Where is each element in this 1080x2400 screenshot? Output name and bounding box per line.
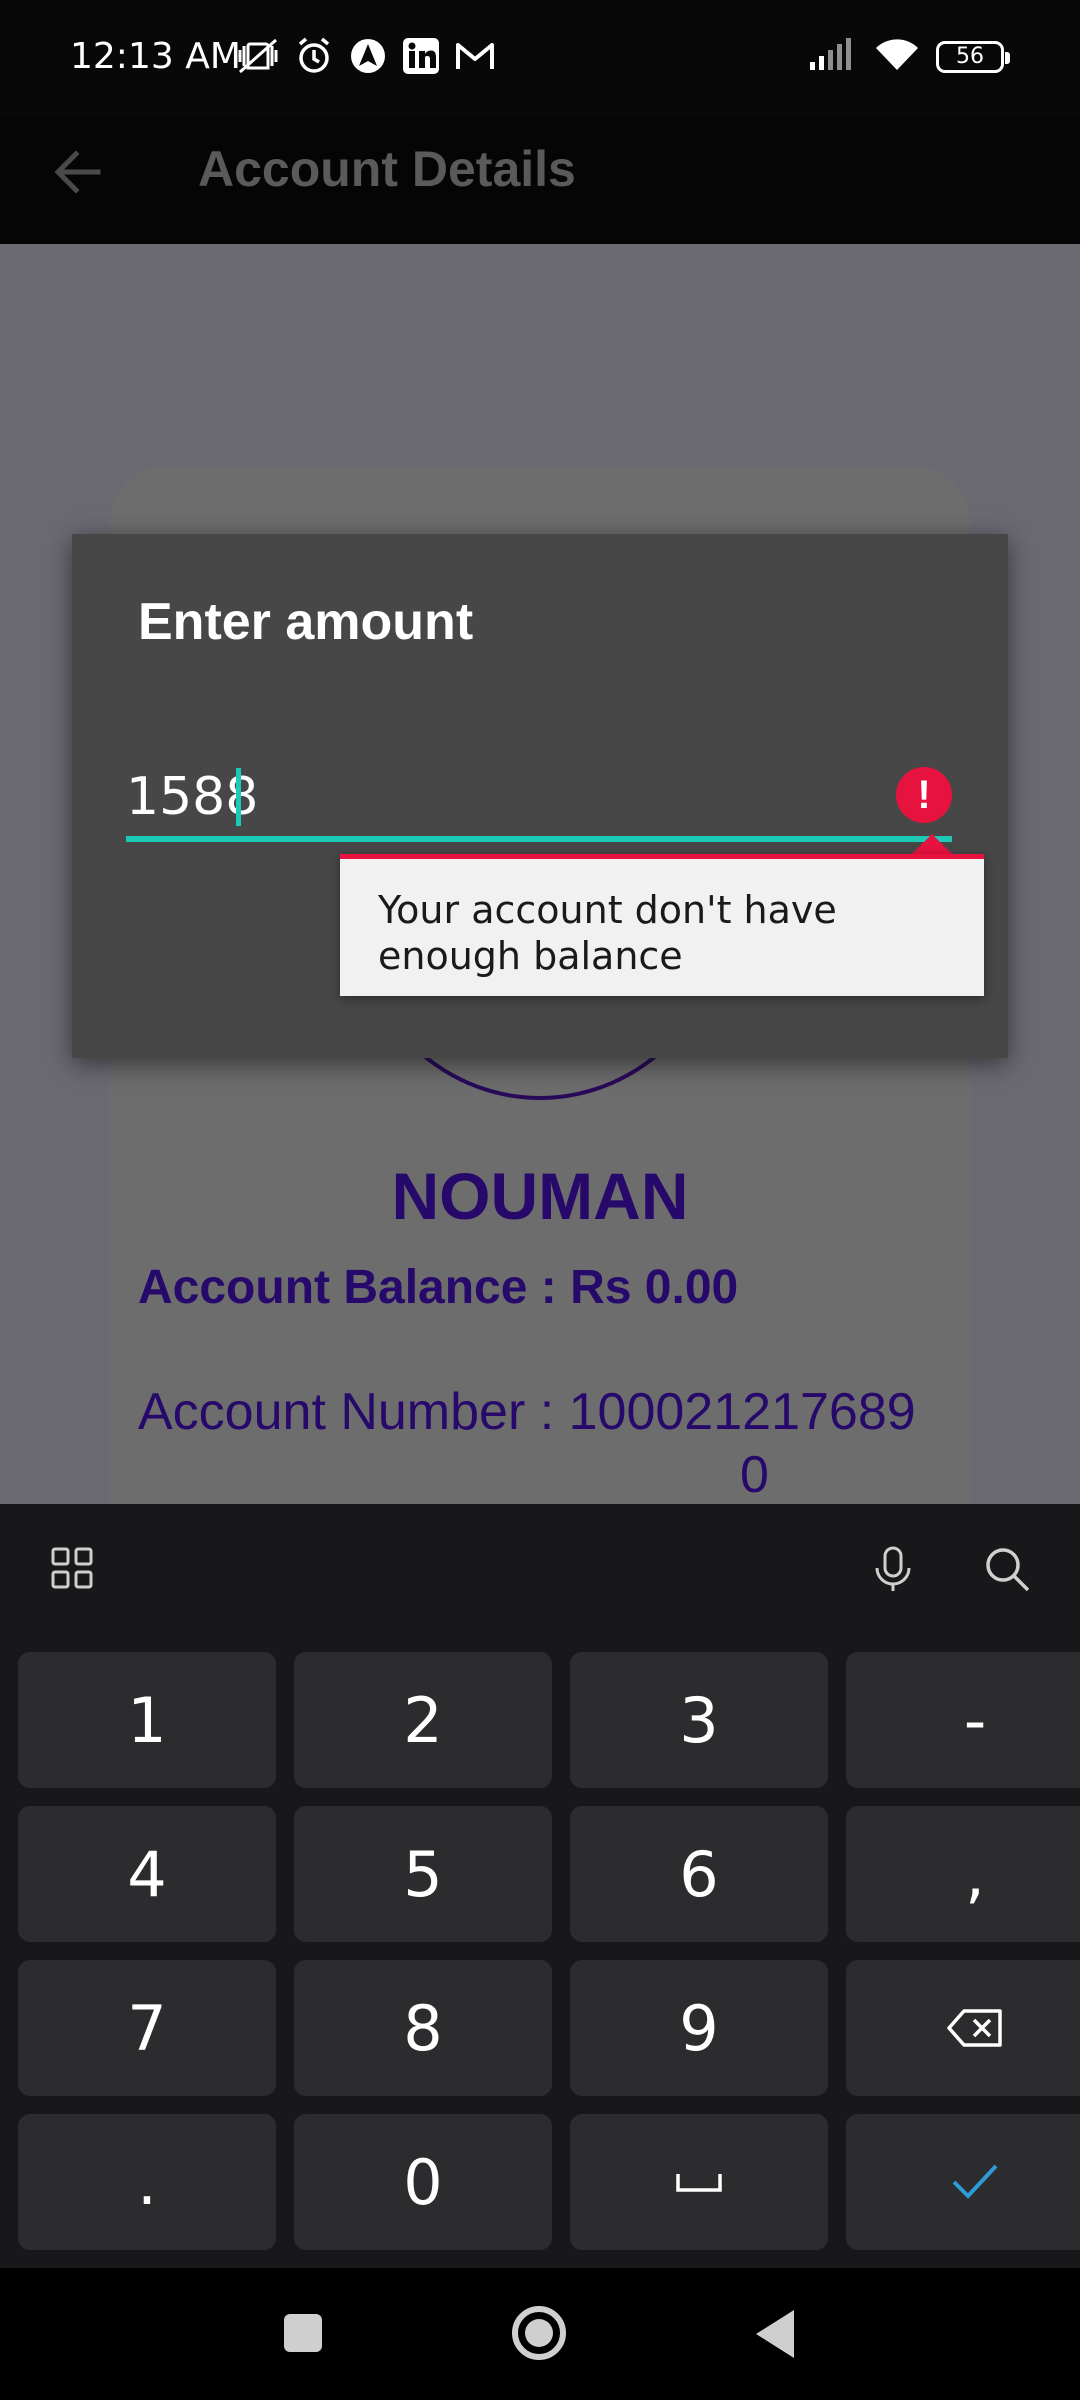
system-icons: 56 [808, 36, 1010, 77]
amount-input[interactable] [126, 762, 826, 832]
alarm-icon [294, 36, 334, 76]
done-key[interactable] [846, 2114, 1080, 2250]
back-button[interactable] [756, 2310, 794, 2358]
page-title: Account Details [198, 141, 576, 197]
key-minus[interactable]: - [846, 1652, 1080, 1788]
mute-vibrate-icon [236, 36, 280, 76]
gmail-icon [454, 39, 496, 73]
key-4[interactable]: 4 [18, 1806, 276, 1942]
account-number: Account Number : 100021217689 [138, 1383, 916, 1441]
key-5[interactable]: 5 [294, 1806, 552, 1942]
battery-icon: 56 [936, 40, 1010, 73]
dialog-title: Enter amount [138, 593, 474, 651]
error-icon: ! [896, 767, 952, 823]
recents-button[interactable] [284, 2314, 322, 2352]
key-7[interactable]: 7 [18, 1960, 276, 2096]
tooltip-pointer [912, 834, 952, 854]
backspace-key[interactable] [846, 1960, 1080, 2096]
arrow-left-icon[interactable] [50, 144, 106, 200]
key-9[interactable]: 9 [570, 1960, 828, 2096]
grid-icon[interactable] [50, 1546, 94, 1590]
home-button[interactable] [512, 2306, 566, 2360]
linkedin-icon [402, 37, 440, 75]
key-6[interactable]: 6 [570, 1806, 828, 1942]
account-holder-name: NOUMAN [391, 1159, 689, 1233]
key-3[interactable]: 3 [570, 1652, 828, 1788]
notification-icons [236, 36, 496, 76]
key-2[interactable]: 2 [294, 1652, 552, 1788]
space-key[interactable] [570, 2114, 828, 2250]
microphone-icon[interactable] [868, 1544, 918, 1594]
key-comma[interactable]: , [846, 1806, 1080, 1942]
wifi-icon [874, 36, 920, 77]
account-number-continued: 0 [740, 1446, 769, 1504]
search-icon[interactable] [982, 1544, 1032, 1594]
status-time: 12:13 AM [70, 36, 241, 77]
key-decimal[interactable]: . [18, 2114, 276, 2250]
key-0[interactable]: 0 [294, 2114, 552, 2250]
nav-app-icon [348, 36, 388, 76]
key-1[interactable]: 1 [18, 1652, 276, 1788]
error-tooltip: Your account don't have enough balance [340, 854, 984, 996]
signal-icon [808, 36, 858, 77]
input-underline [126, 836, 952, 842]
key-8[interactable]: 8 [294, 1960, 552, 2096]
text-cursor [236, 768, 241, 826]
account-balance: Account Balance : Rs 0.00 [138, 1261, 739, 1314]
